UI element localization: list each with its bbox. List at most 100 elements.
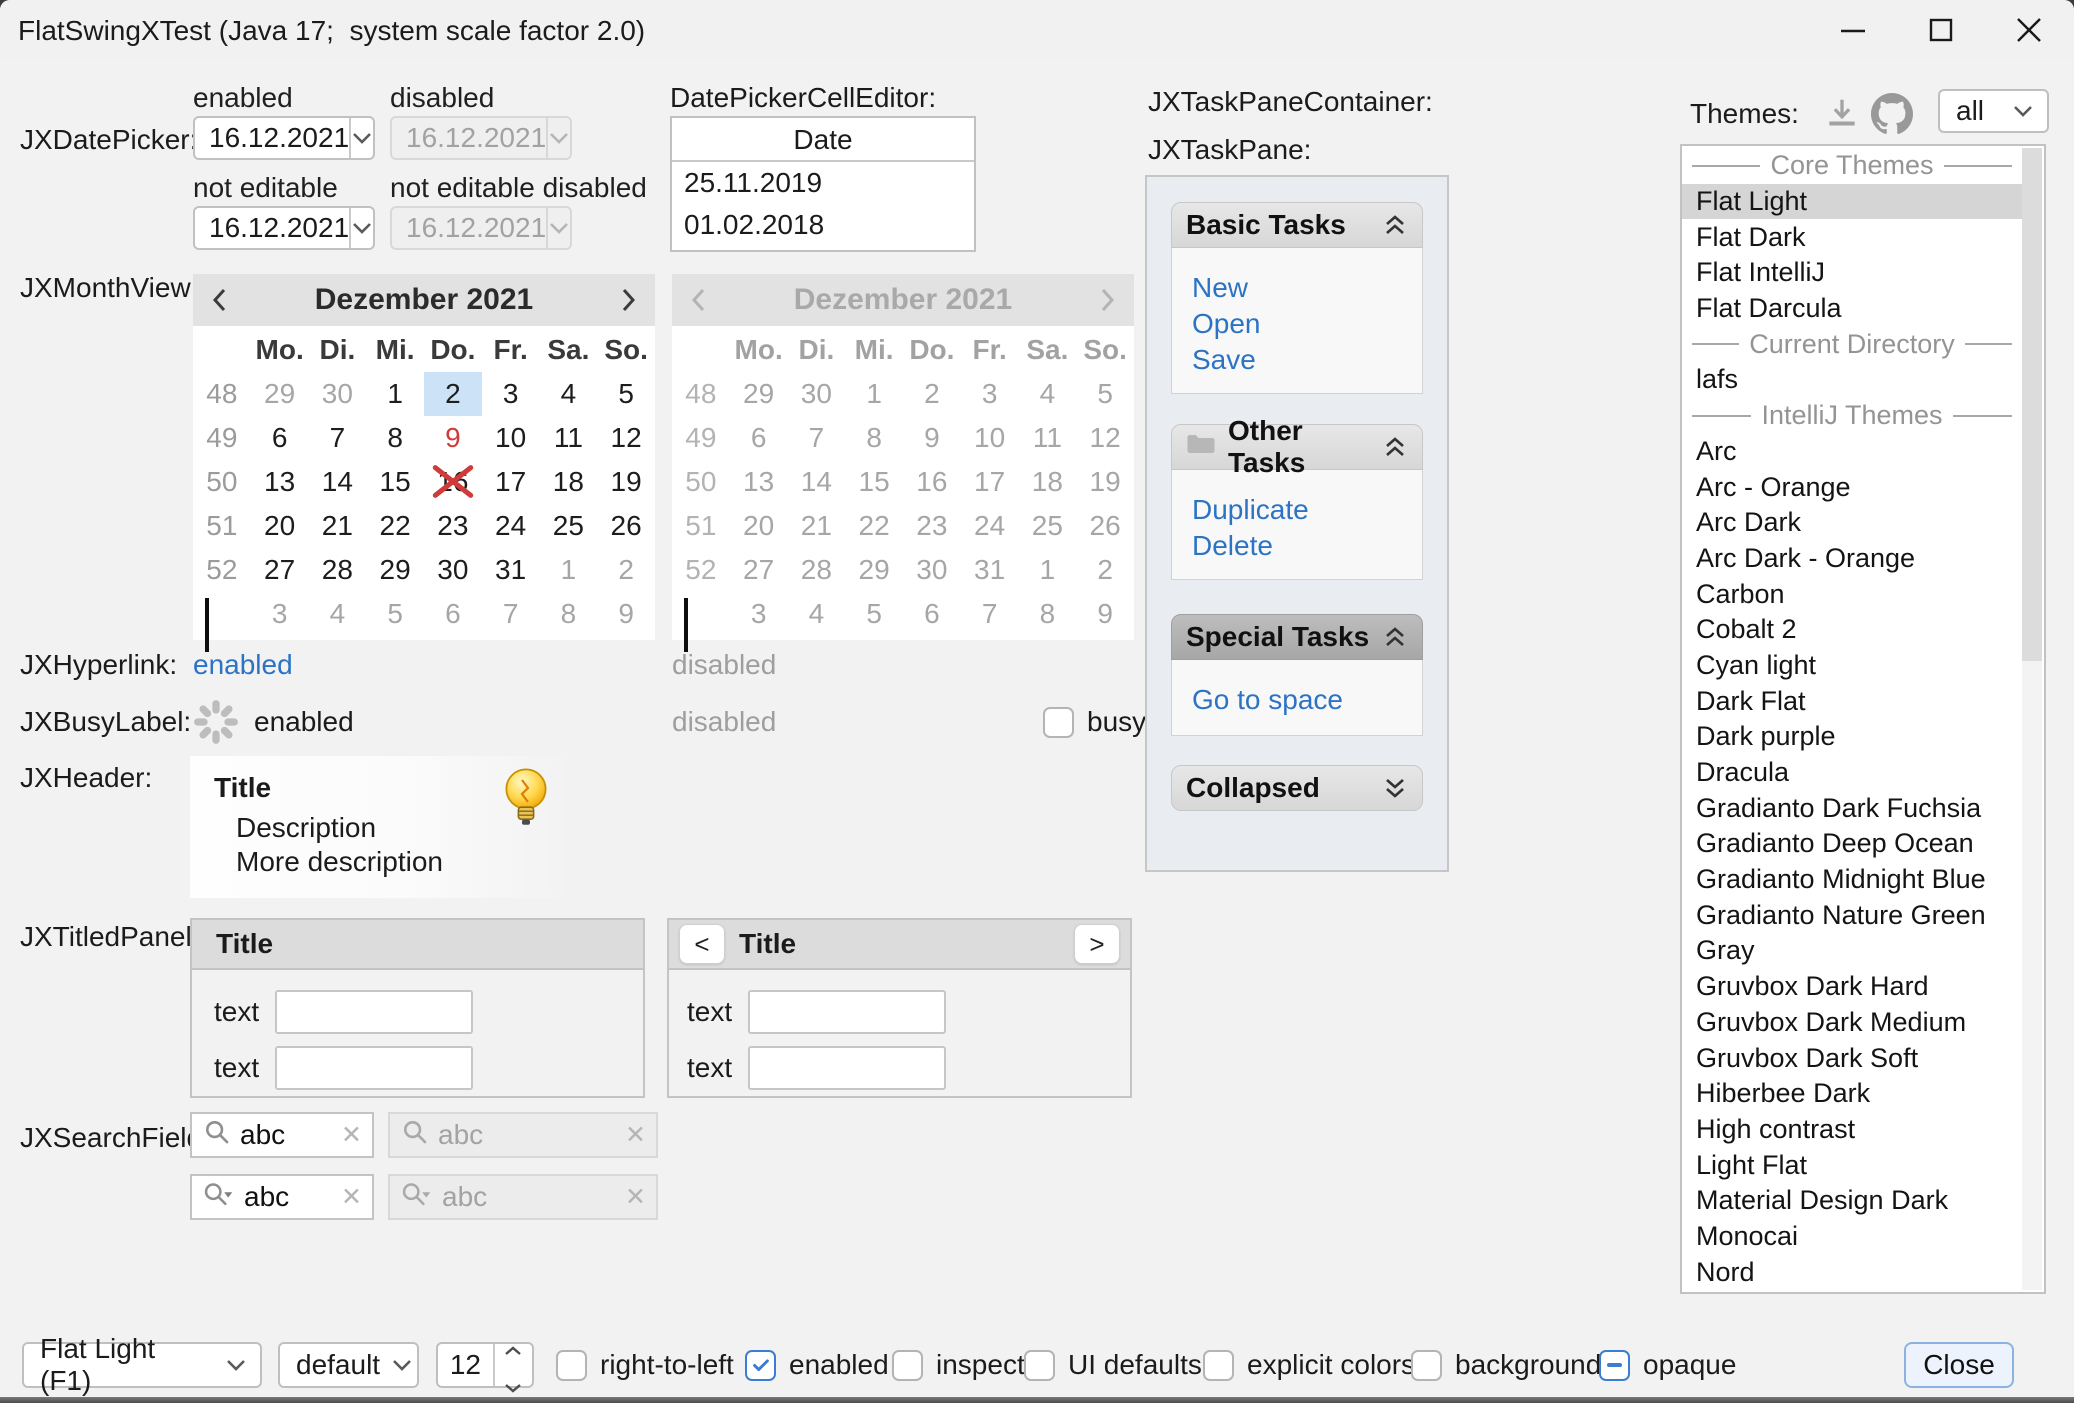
theme-list-item[interactable]: Nord [1682,1254,2022,1290]
taskpane-link[interactable]: Save [1192,342,1422,378]
text-field[interactable] [275,1046,473,1090]
text-field[interactable] [748,1046,946,1090]
calendar-day[interactable]: 6 [251,416,309,460]
checkbox-box[interactable] [745,1350,776,1381]
calendar-day[interactable]: 4 [309,592,367,636]
theme-list-item[interactable]: Arc Dark [1682,505,2022,541]
calendar-day[interactable]: 20 [251,504,309,548]
calendar-day[interactable]: 1 [540,548,598,592]
download-icon[interactable] [1820,94,1864,134]
taskpane-header[interactable]: Basic Tasks [1171,202,1423,248]
theme-list-item[interactable]: Flat Darcula [1682,291,2022,327]
calendar-day[interactable]: 31 [482,548,540,592]
checkbox-box[interactable] [1043,707,1074,738]
chevron-double-up-icon[interactable] [1382,626,1408,648]
checkbox-explicit-colors[interactable]: explicit colors [1203,1349,1415,1381]
calendar-day[interactable]: 1 [366,372,424,416]
theme-list-item[interactable]: Dark purple [1682,719,2022,755]
calendar-day[interactable]: 12 [597,416,655,460]
font-combobox[interactable]: default [278,1342,419,1388]
calendar-day[interactable]: 22 [366,504,424,548]
calendar-day[interactable]: 4 [540,372,598,416]
datepicker-enabled[interactable]: 16.12.2021 [193,116,375,160]
checkbox-opaque[interactable]: opaque [1599,1349,1736,1381]
calendar-day[interactable]: 2 [424,372,482,416]
calendar-day[interactable]: 18 [540,460,598,504]
checkbox-ui-defaults[interactable]: UI defaults [1024,1349,1202,1381]
calendar-day[interactable]: 25 [540,504,598,548]
scrollbar-thumb[interactable] [2022,148,2042,661]
calendar-day[interactable]: 19 [597,460,655,504]
calendar-day[interactable]: 7 [309,416,367,460]
calendar-day[interactable]: 24 [482,504,540,548]
calendar-day[interactable]: 23 [424,504,482,548]
calendar-day[interactable]: 11 [540,416,598,460]
table-row[interactable]: 25.11.2019 [672,162,974,204]
table-row[interactable]: 01.02.2018 [672,204,974,246]
taskpane-header[interactable]: Collapsed [1171,765,1423,811]
theme-list-item[interactable]: Carbon [1682,576,2022,612]
calendar-day[interactable]: 9 [424,416,482,460]
checkbox-inspect[interactable]: inspect [892,1349,1025,1381]
spinner-down-icon[interactable] [504,1368,522,1400]
theme-list-item[interactable]: Flat IntelliJ [1682,255,2022,291]
checkbox-box[interactable] [892,1350,923,1381]
clear-search-icon[interactable]: ✕ [341,1120,362,1150]
theme-list-item[interactable]: Gruvbox Dark Medium [1682,1005,2022,1041]
theme-list-item[interactable]: Flat Dark [1682,219,2022,255]
calendar-day[interactable]: 29 [251,372,309,416]
calendar-day[interactable]: 8 [540,592,598,636]
checkbox-background[interactable]: background [1411,1349,1601,1381]
theme-list-item[interactable]: Gradianto Nature Green [1682,897,2022,933]
calendar-day[interactable]: 5 [366,592,424,636]
theme-list-item[interactable]: Gray [1682,933,2022,969]
taskpane-header[interactable]: Other Tasks [1171,424,1423,470]
theme-list-item[interactable]: Arc - Orange [1682,469,2022,505]
calendar-day[interactable]: 6 [424,592,482,636]
theme-list-item[interactable]: Cobalt 2 [1682,612,2022,648]
calendar-day[interactable]: 17 [482,460,540,504]
calendar-day[interactable]: 3 [251,592,309,636]
theme-list-item[interactable]: Gruvbox Dark Hard [1682,969,2022,1005]
next-button[interactable]: > [1074,924,1120,964]
minimize-button[interactable] [1820,0,1886,60]
calendar-day[interactable]: 13 [251,460,309,504]
github-icon[interactable] [1868,92,1916,136]
theme-list-item[interactable]: High contrast [1682,1112,2022,1148]
search-input[interactable] [238,1118,333,1152]
checkbox-right-to-left[interactable]: right-to-left [556,1349,734,1381]
theme-list-item[interactable]: Light Flat [1682,1147,2022,1183]
calendar-day[interactable]: 8 [366,416,424,460]
calendar-day[interactable]: 9 [597,592,655,636]
spinner-up-icon[interactable] [504,1331,522,1363]
calendar-day[interactable]: 15 [366,460,424,504]
font-size-spinner[interactable]: 12 [436,1342,534,1388]
close-window-button[interactable] [1996,0,2062,60]
prev-button[interactable]: < [679,924,725,964]
calendar-day[interactable]: 27 [251,548,309,592]
theme-combobox[interactable]: Flat Light (F1) [22,1342,262,1388]
theme-list-item[interactable]: Arc Dark - Orange [1682,541,2022,577]
checkbox-box[interactable] [1024,1350,1055,1381]
calendar-day[interactable]: 7 [482,592,540,636]
calendar-day[interactable]: 26 [597,504,655,548]
checkbox-enabled[interactable]: enabled [745,1349,889,1381]
calendar-day[interactable]: 21 [309,504,367,548]
taskpane-link[interactable]: New [1192,270,1422,306]
calendar-day[interactable]: 16 [424,460,482,504]
calendar-day[interactable]: 14 [309,460,367,504]
hyperlink-enabled[interactable]: enabled [193,649,293,681]
prev-month-icon[interactable] [211,287,227,313]
chevron-double-up-icon[interactable] [1382,436,1408,458]
theme-list-item[interactable]: lafs [1682,362,2022,398]
theme-list-item[interactable]: Monocai [1682,1219,2022,1255]
text-field[interactable] [748,990,946,1034]
theme-list-item[interactable]: Material Design Dark [1682,1183,2022,1219]
theme-list-item[interactable]: Gradianto Dark Fuchsia [1682,790,2022,826]
busy-checkbox[interactable]: busy [1043,706,1146,738]
theme-list-item[interactable]: Arc [1682,434,2022,470]
calendar-day[interactable]: 2 [597,548,655,592]
close-button[interactable]: Close [1904,1342,2014,1388]
theme-list-item[interactable]: Flat Light [1682,184,2022,220]
datepicker-not-editable[interactable]: 16.12.2021 [193,206,375,250]
